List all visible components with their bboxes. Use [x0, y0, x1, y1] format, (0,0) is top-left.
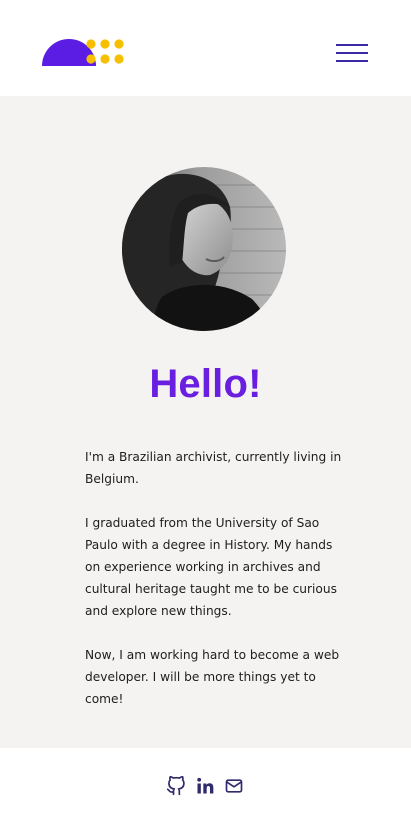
- avatar: [122, 167, 286, 331]
- site-header: [0, 0, 411, 96]
- bio-paragraph: I'm a Brazilian archivist, currently liv…: [85, 450, 342, 486]
- menu-line-bottom: [336, 60, 368, 62]
- bio-text: I'm a Brazilian archivist, currently liv…: [85, 446, 345, 732]
- bio-paragraph: Now, I am working hard to become a web d…: [85, 648, 340, 706]
- hamburger-menu-button[interactable]: [334, 42, 370, 66]
- logo-icon[interactable]: [42, 38, 126, 68]
- greeting-heading: Hello!: [149, 362, 262, 406]
- menu-line-top: [336, 44, 368, 46]
- linkedin-icon[interactable]: [195, 776, 215, 796]
- site-footer: [0, 748, 411, 823]
- bio-paragraph: I graduated from the University of Sao P…: [85, 516, 337, 618]
- profile-section: Hello! I'm a Brazilian archivist, curren…: [0, 96, 411, 748]
- mail-icon[interactable]: [224, 776, 244, 796]
- menu-line-middle: [336, 52, 368, 54]
- github-icon[interactable]: [166, 775, 186, 796]
